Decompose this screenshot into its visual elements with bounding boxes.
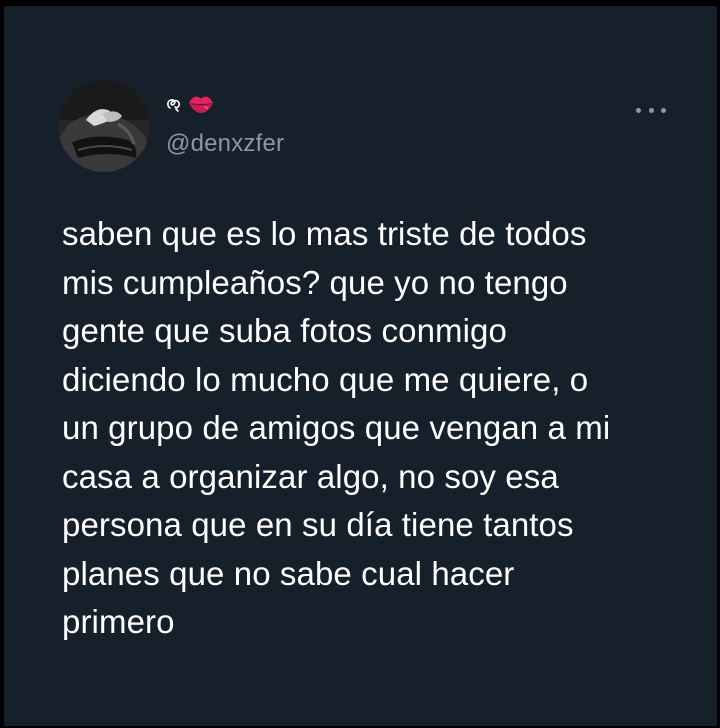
more-options-button[interactable] [636, 102, 666, 118]
tweet-text-line: un grupo de amigos que vengan a mi [62, 409, 611, 446]
tweet-text-line: gente que suba fotos conmigo [62, 312, 507, 349]
tweet-text-line: saben que es lo mas triste de todos [62, 215, 587, 252]
tweet-text-line: diciendo lo mucho que me quiere, o [62, 360, 589, 398]
tweet-text: saben que es lo mas triste de todos mis … [62, 210, 702, 647]
tweet-text-line: primero [62, 603, 175, 640]
tweet-text-line: planes que no sabe cual hacer [62, 554, 515, 592]
tweet-text-line: casa a organizar algo, no soy esa [62, 457, 559, 495]
tweet-card: @denxzfer saben que es lo mas triste de … [4, 6, 717, 726]
kiss-lips-icon [188, 93, 214, 120]
tweet-text-line: mis cumpleaños? que yo no tengo [62, 263, 568, 301]
avatar[interactable] [58, 80, 150, 172]
more-dot [636, 107, 641, 113]
author-handle[interactable]: @denxzfer [166, 130, 284, 158]
pretzel-glyph-icon [166, 94, 184, 119]
more-dot [661, 107, 666, 113]
tweet-text-line: persona que en su día tiene tantos [62, 506, 574, 543]
more-dot [648, 107, 654, 113]
display-name[interactable] [166, 94, 214, 118]
screenshot-frame: @denxzfer saben que es lo mas triste de … [0, 0, 720, 728]
avatar-photo [58, 80, 150, 172]
